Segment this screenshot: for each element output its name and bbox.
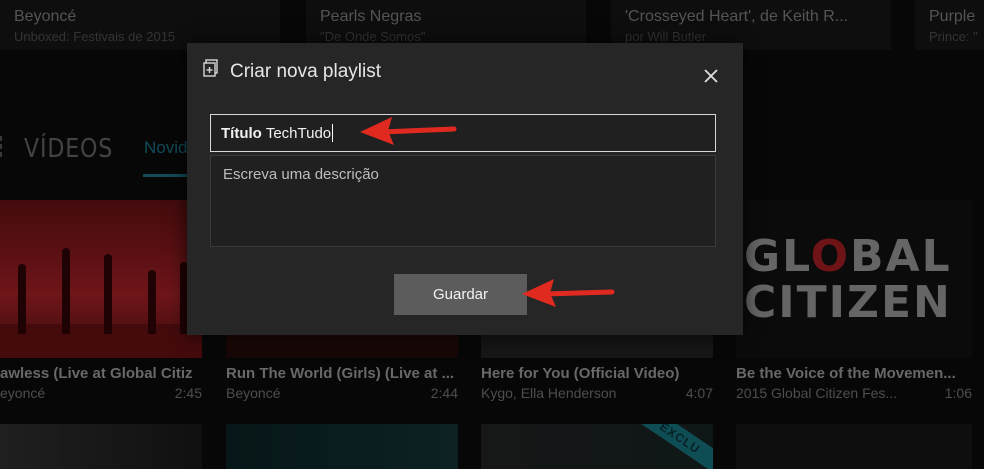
red-arrow-icon — [360, 117, 457, 145]
title-field-value: TechTudo — [265, 124, 332, 142]
save-button[interactable]: Guardar — [394, 274, 527, 315]
title-field-label: Título — [221, 124, 262, 142]
playlist-add-icon — [203, 59, 218, 77]
create-playlist-dialog: Criar nova playlist Título TechTudo Escr… — [187, 43, 743, 335]
playlist-description-input[interactable]: Escreva uma descrição — [210, 155, 716, 247]
red-arrow-icon — [522, 279, 615, 307]
text-caret — [332, 124, 334, 142]
playlist-title-input[interactable]: Título TechTudo — [210, 114, 716, 152]
close-icon[interactable] — [702, 67, 720, 85]
dialog-title: Criar nova playlist — [230, 61, 381, 82]
